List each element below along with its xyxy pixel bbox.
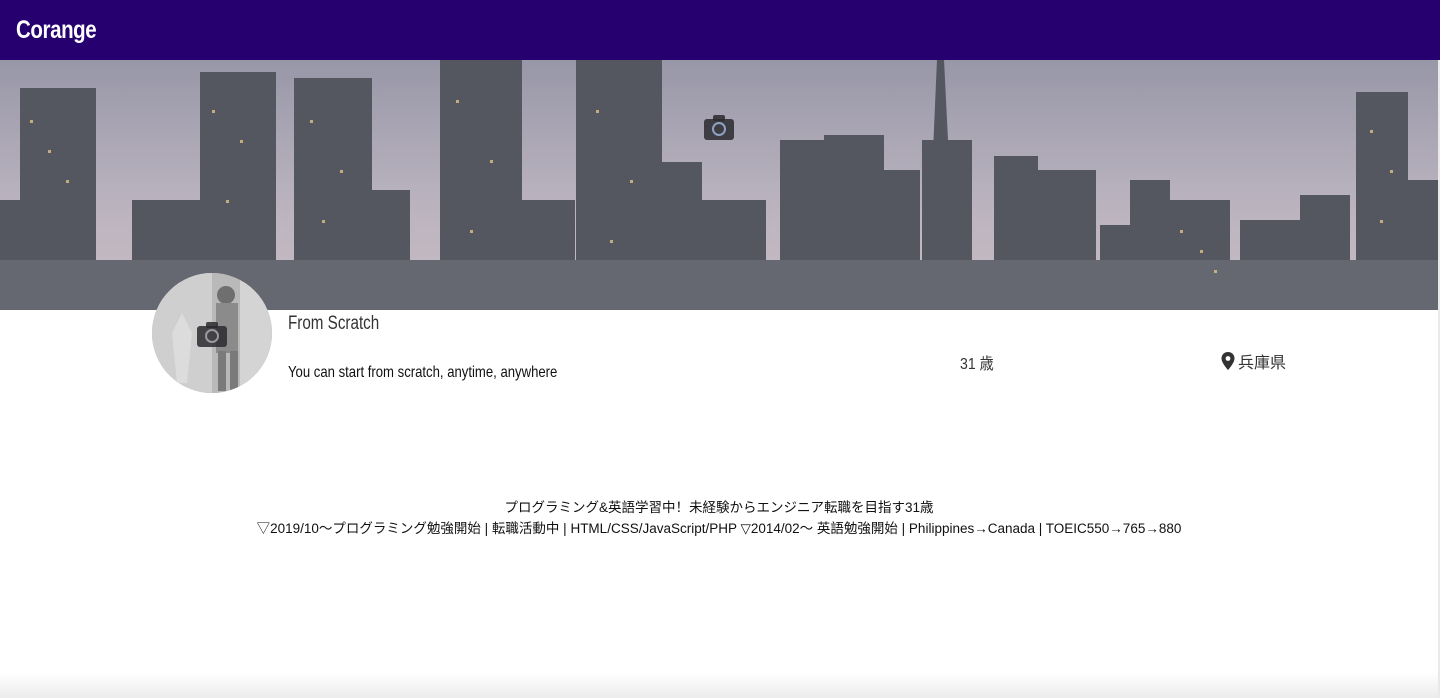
map-marker-icon <box>1221 352 1235 370</box>
profile-bio: プログラミング&英語学習中！未経験からエンジニア転職を目指す31歳 ▽2019/… <box>0 497 1438 539</box>
footer-shadow <box>0 672 1438 698</box>
profile-location: 兵庫県 <box>1221 349 1286 373</box>
bio-line: ▽2019/10〜プログラミング勉強開始 | 転職活動中 | HTML/CSS/… <box>256 521 1182 536</box>
bio-line: プログラミング&英語学習中！未経験からエンジニア転職を目指す31歳 <box>504 500 934 515</box>
location-label: 兵庫県 <box>1238 355 1287 372</box>
navbar: Corange <box>0 0 1440 60</box>
profile-age: 31 歳 <box>960 356 994 373</box>
camera-icon[interactable] <box>703 113 735 141</box>
profile-tagline: You can start from scratch, anytime, any… <box>288 364 558 381</box>
brand-logo[interactable]: Corange <box>16 16 97 45</box>
profile-name: From Scratch <box>288 313 380 334</box>
camera-icon[interactable] <box>196 320 228 348</box>
